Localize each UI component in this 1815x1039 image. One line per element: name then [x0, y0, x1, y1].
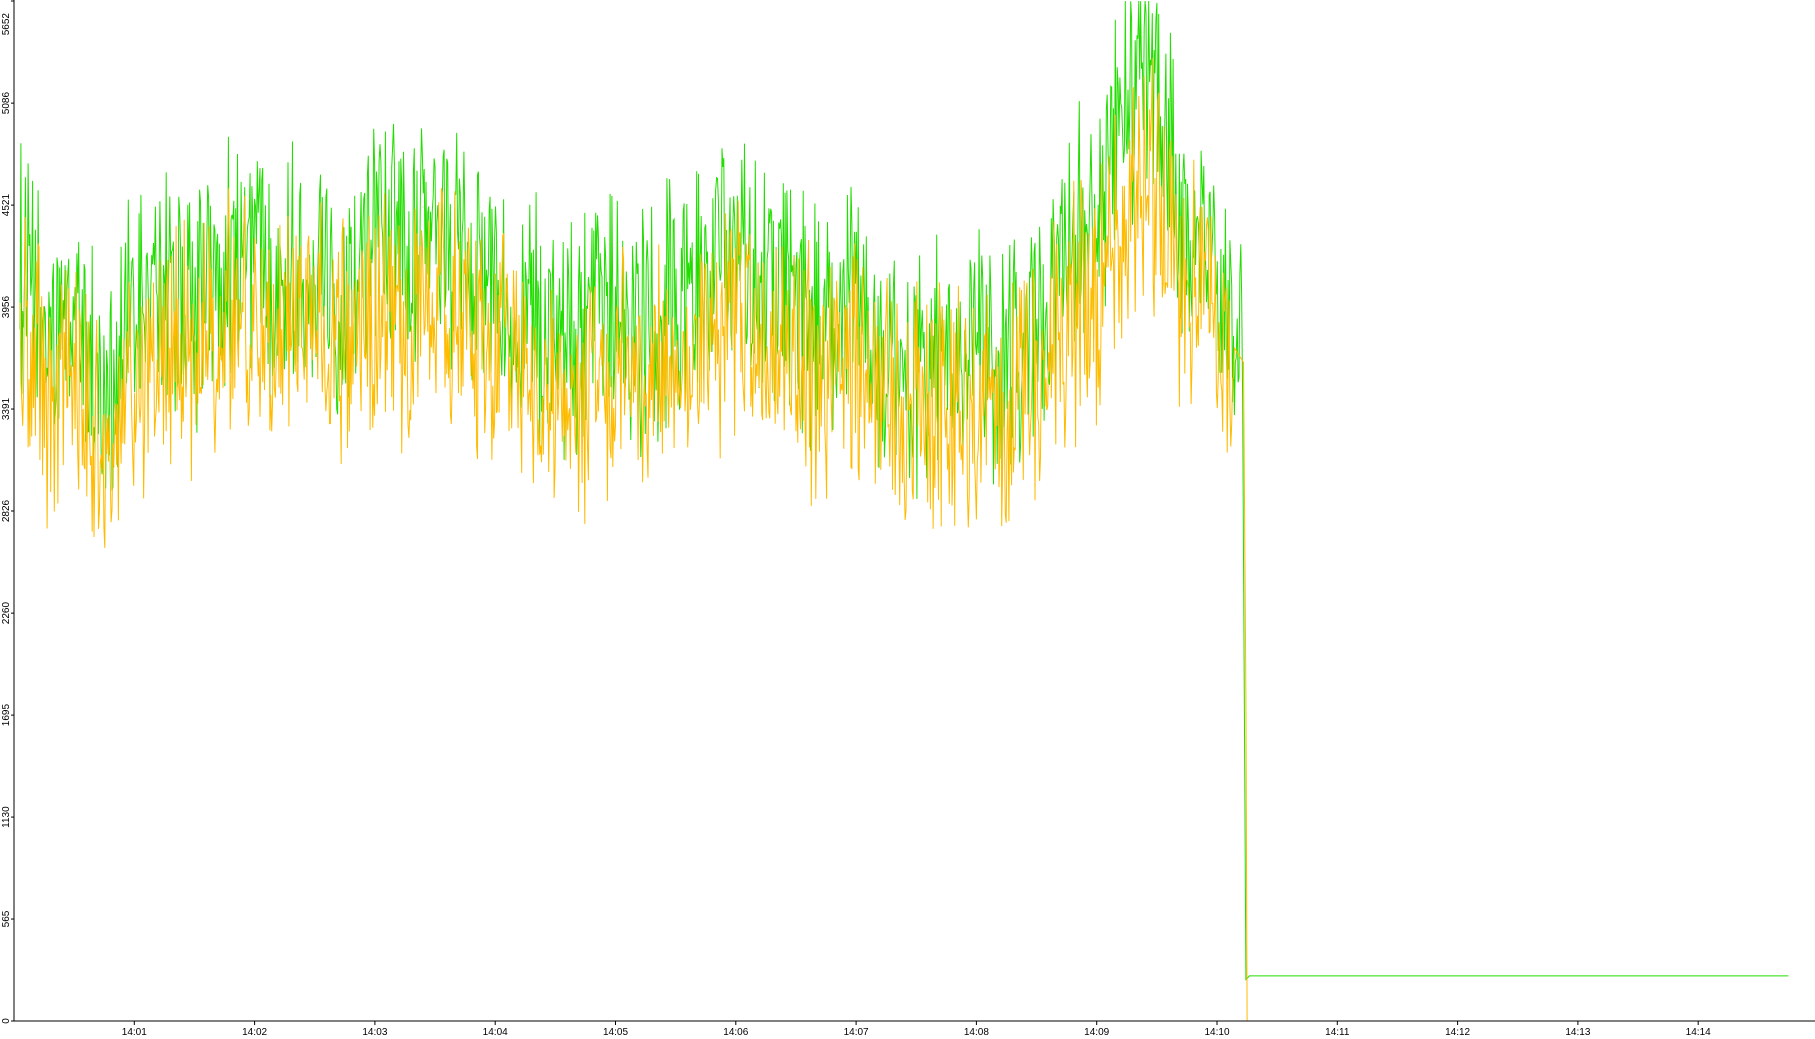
y-tick-label: 565 [1, 910, 12, 927]
y-tick-label: 1130 [1, 806, 12, 828]
y-tick-label: 1695 [1, 704, 12, 727]
y-tick-label: 5086 [1, 92, 12, 115]
y-tick-label: 3956 [1, 296, 12, 319]
x-tick-label: 14:12 [1445, 1027, 1470, 1038]
x-tick-label: 14:10 [1204, 1027, 1229, 1038]
chart-canvas: 0 565 1130 1695 2260 2826 3391 3956 4521 5086 5652… [0, 0, 1815, 1039]
x-tick-label: 14:04 [483, 1027, 508, 1038]
x-tick-label: 14:08 [964, 1027, 989, 1038]
y-tick-label: 3391 [1, 397, 12, 420]
line-chart: 0 565 1130 1695 2260 2826 3391 3956 4521 5086 5652… [1, 0, 1815, 1038]
y-tick-layer: 0 565 1130 1695 2260 2826 3391 3956 4521 5086 5652 [1, 0, 14, 1024]
x-tick-label: 14:09 [1084, 1027, 1109, 1038]
x-tick-layer: 14:01 14:02 14:03 14:04 14:05 14:06 14:07 14:08… [122, 1021, 1711, 1038]
x-tick-label: 14:02 [242, 1027, 267, 1038]
x-tick-label: 14:05 [603, 1027, 628, 1038]
x-tick-label: 14:06 [723, 1027, 748, 1038]
x-tick-label: 14:11 [1325, 1027, 1350, 1038]
y-tick-label: 2826 [1, 499, 12, 522]
y-tick-label: 4521 [1, 194, 12, 217]
x-tick-label: 14:13 [1565, 1027, 1590, 1038]
x-tick-label: 14:14 [1686, 1027, 1711, 1038]
x-tick-label: 14:01 [122, 1027, 147, 1038]
y-tick-label: 2260 [1, 602, 12, 625]
axis-layer [13, 0, 1815, 1022]
y-tick-label: 5652 [1, 13, 12, 36]
y-tick-label: 0 [1, 1018, 12, 1024]
series-line-orange [19, 58, 1248, 1022]
x-tick-label: 14:07 [844, 1027, 869, 1038]
x-tick-label: 14:03 [362, 1027, 387, 1038]
series-layer [19, 0, 1789, 1022]
